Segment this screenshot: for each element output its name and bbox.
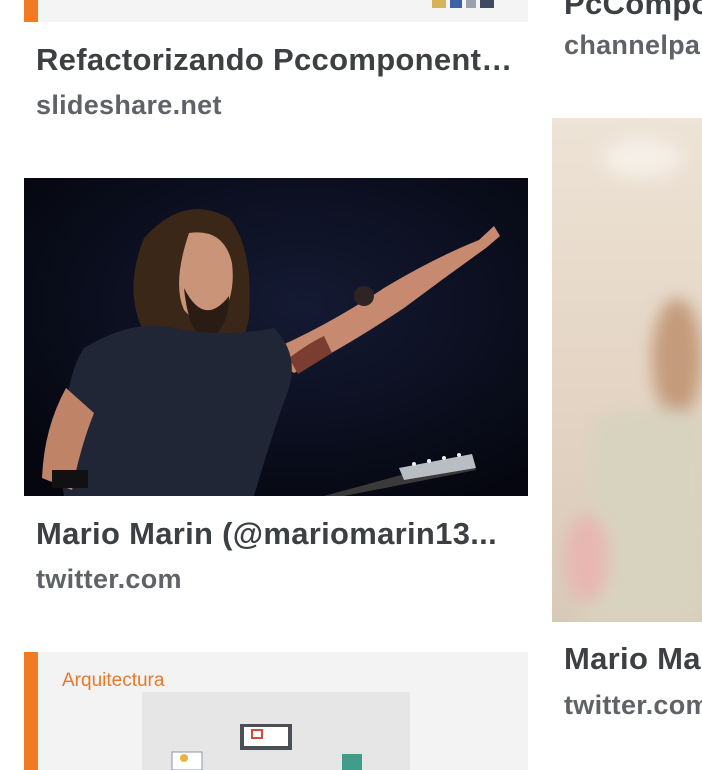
- slide-diagram-icons: [432, 0, 494, 8]
- result-thumbnail[interactable]: [24, 0, 528, 22]
- result-title[interactable]: PcCompo: [564, 0, 702, 22]
- slide-accent-bar: [24, 0, 38, 22]
- architecture-diagram-icons: [171, 724, 362, 770]
- slide-accent-bar: [24, 652, 38, 770]
- result-source: slideshare.net: [36, 90, 222, 120]
- concert-performer-photo: [24, 178, 528, 496]
- slide-heading: Arquitectura: [62, 670, 165, 691]
- result-thumbnail[interactable]: [552, 118, 702, 622]
- result-thumbnail[interactable]: [24, 178, 528, 496]
- result-title[interactable]: Mario Ma: [564, 641, 702, 677]
- result-source: twitter.com: [564, 690, 702, 720]
- result-title[interactable]: Refactorizando Pccomponentes...: [36, 42, 516, 78]
- blurred-portrait-photo: [552, 118, 702, 622]
- result-title[interactable]: Mario Marin (@mariomarin13...: [36, 516, 516, 552]
- result-thumbnail[interactable]: Arquitectura: [24, 652, 528, 770]
- result-source: channelpa: [564, 30, 701, 60]
- result-source: twitter.com: [36, 564, 182, 594]
